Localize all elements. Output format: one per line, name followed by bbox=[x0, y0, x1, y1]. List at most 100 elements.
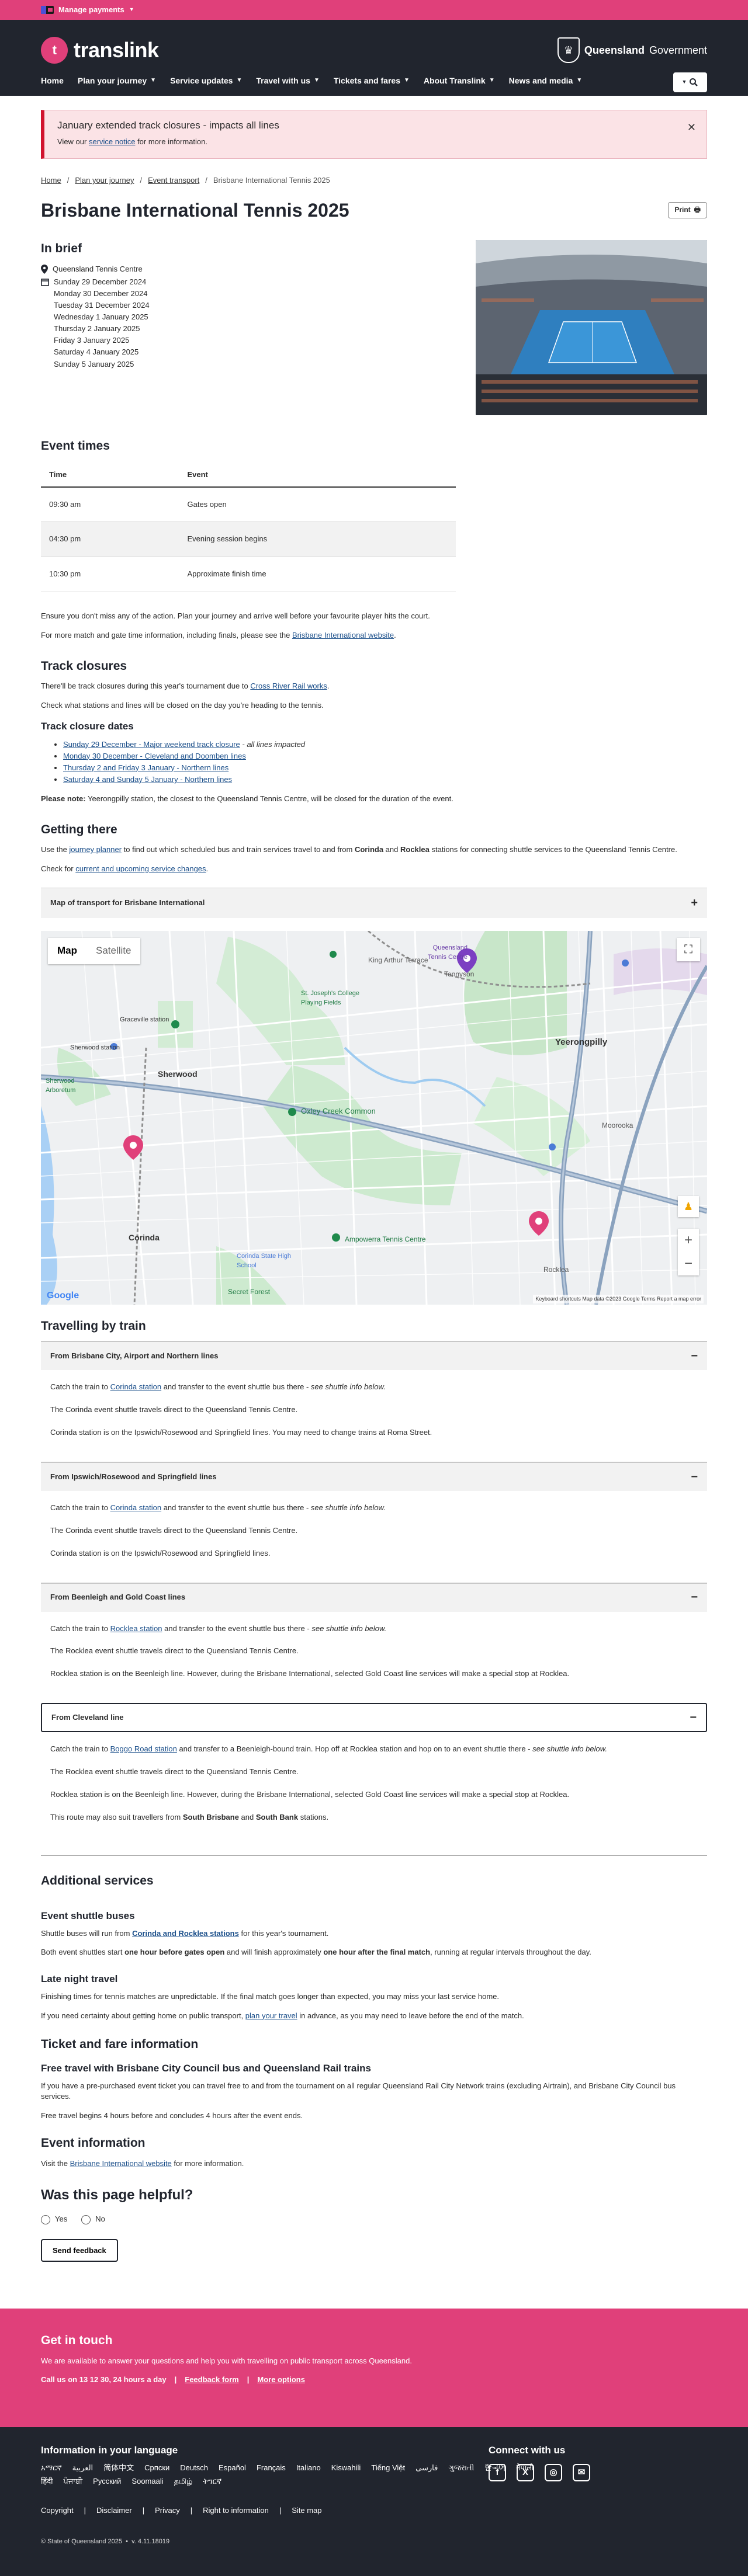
feedback-yes[interactable]: Yes bbox=[41, 2214, 67, 2225]
service-changes-link[interactable]: current and upcoming service changes bbox=[75, 864, 206, 873]
google-logo: Google bbox=[47, 1290, 79, 1301]
nav-news-and-media[interactable]: News and media ▼ bbox=[509, 70, 592, 91]
nav-home[interactable]: Home bbox=[41, 70, 73, 91]
brisbane-international-link[interactable]: Brisbane International website bbox=[70, 2159, 172, 2168]
breadcrumb: Home / Plan your journey / Event transport… bbox=[41, 175, 707, 186]
nav-plan-your-journey[interactable]: Plan your journey ▼ bbox=[78, 70, 165, 91]
text: for more information. bbox=[171, 2158, 244, 2168]
brisbane-international-link[interactable]: Brisbane International website bbox=[292, 631, 394, 639]
language-link[interactable]: ਪੰਜਾਬੀ bbox=[64, 2476, 83, 2487]
radio-yes[interactable] bbox=[41, 2215, 50, 2224]
footer-link-rti[interactable]: Right to information bbox=[203, 2505, 269, 2516]
footer-link-privacy[interactable]: Privacy bbox=[155, 2505, 180, 2516]
site-footer: Information in your language አማርኛ العربي… bbox=[0, 2427, 748, 2576]
language-link[interactable]: ትግርኛ bbox=[203, 2476, 221, 2487]
language-link[interactable]: Français bbox=[257, 2463, 286, 2474]
station-link[interactable]: Boggo Road station bbox=[110, 1744, 177, 1753]
train-accordion-brisbane-city[interactable]: From Brisbane City, Airport and Northern… bbox=[41, 1341, 707, 1371]
text: and bbox=[383, 845, 400, 854]
language-link[interactable]: हिंदी bbox=[41, 2476, 53, 2487]
journey-planner-link[interactable]: journey planner bbox=[69, 845, 122, 854]
plan-your-travel-link[interactable]: plan your travel bbox=[245, 2011, 297, 2020]
send-feedback-button[interactable]: Send feedback bbox=[41, 2239, 118, 2262]
breadcrumb-separator: / bbox=[140, 176, 143, 185]
instagram-icon[interactable]: ◎ bbox=[545, 2463, 562, 2481]
main-content: January extended track closures - impact… bbox=[41, 110, 707, 2262]
language-link[interactable]: Soomaali bbox=[131, 2476, 163, 2487]
search-button[interactable]: ▼ bbox=[673, 72, 707, 92]
radio-no[interactable] bbox=[81, 2215, 91, 2224]
footer-link-sitemap[interactable]: Site map bbox=[292, 2505, 321, 2516]
map-accordion-toggle[interactable]: Map of transport for Brisbane Internatio… bbox=[41, 888, 707, 919]
map-label-corinda-shs: Corinda State High School bbox=[237, 1253, 291, 1269]
zoom-in-button[interactable]: + bbox=[678, 1229, 699, 1252]
train-line: Corinda station is on the Ipswich/Rosewo… bbox=[50, 1428, 432, 1437]
language-link[interactable]: ગુજરાતી bbox=[448, 2463, 474, 2474]
language-link[interactable]: Русский bbox=[93, 2476, 121, 2487]
times-paragraph-2: For more match and gate time information… bbox=[41, 630, 707, 641]
manage-payments-link[interactable]: Manage payments ▼ bbox=[41, 5, 134, 16]
language-link[interactable]: 简体中文 bbox=[103, 2463, 134, 2474]
queensland-government-logo[interactable]: ♛ Queensland Government bbox=[557, 37, 707, 63]
closure-link[interactable]: Monday 30 December - Cleveland and Doomb… bbox=[63, 752, 246, 760]
shuttle-stations-link[interactable]: Corinda and Rocklea stations bbox=[132, 1929, 239, 1938]
closure-link[interactable]: Thursday 2 and Friday 3 January - Northe… bbox=[63, 763, 228, 772]
footer-link-copyright[interactable]: Copyright bbox=[41, 2505, 74, 2516]
feedback-no[interactable]: No bbox=[81, 2214, 105, 2225]
station-link[interactable]: Corinda station bbox=[110, 1382, 161, 1391]
x-icon[interactable]: X bbox=[517, 2463, 534, 2481]
map-attribution[interactable]: Keyboard shortcuts Map data ©2023 Google… bbox=[533, 1294, 704, 1304]
email-icon[interactable]: ✉ bbox=[573, 2463, 590, 2481]
language-link[interactable]: Italiano bbox=[296, 2463, 321, 2474]
gov-name-2: Government bbox=[649, 44, 707, 56]
breadcrumb-event[interactable]: Event transport bbox=[148, 175, 199, 186]
train-accordion-ipswich[interactable]: From Ipswich/Rosewood and Springfield li… bbox=[41, 1462, 707, 1491]
transport-map[interactable]: Sherwood Corinda Yeerongpilly Moorooka R… bbox=[41, 931, 707, 1305]
closure-link[interactable]: Sunday 29 December - Major weekend track… bbox=[63, 740, 240, 749]
train-line: The Rocklea event shuttle travels direct… bbox=[50, 1767, 299, 1776]
map-tab-map[interactable]: Map bbox=[48, 938, 86, 964]
language-link[interactable]: Español bbox=[219, 2463, 246, 2474]
language-link[interactable]: தமிழ் bbox=[174, 2476, 193, 2487]
nav-about-translink[interactable]: About Translink ▼ bbox=[424, 70, 504, 91]
train-accordion-cleveland[interactable]: From Cleveland line − bbox=[41, 1703, 707, 1733]
nav-tickets-and-fares[interactable]: Tickets and fares ▼ bbox=[334, 70, 419, 91]
text: stations. bbox=[298, 1812, 329, 1821]
event-times-heading: Event times bbox=[41, 439, 110, 453]
footer-link-disclaimer[interactable]: Disclaimer bbox=[96, 2505, 132, 2516]
cross-river-rail-link[interactable]: Cross River Rail works bbox=[250, 682, 327, 690]
service-notice-link[interactable]: service notice bbox=[89, 137, 135, 146]
chevron-down-icon: ▼ bbox=[313, 77, 320, 84]
get-in-touch-body: We are available to answer your question… bbox=[41, 2356, 412, 2365]
nav-service-updates[interactable]: Service updates ▼ bbox=[170, 70, 251, 91]
text: for this year's tournament. bbox=[238, 1928, 329, 1938]
nav-label: News and media bbox=[508, 76, 573, 85]
train-accordion-beenleigh[interactable]: From Beenleigh and Gold Coast lines − bbox=[41, 1582, 707, 1612]
closure-link[interactable]: Saturday 4 and Sunday 5 January - Northe… bbox=[63, 775, 232, 784]
feedback-form-link[interactable]: Feedback form bbox=[185, 2375, 238, 2386]
language-link[interactable]: فارسی bbox=[415, 2463, 438, 2474]
facebook-icon[interactable]: f bbox=[489, 2463, 506, 2481]
street-view-icon[interactable]: ♟ bbox=[678, 1196, 699, 1218]
breadcrumb-home[interactable]: Home bbox=[41, 175, 61, 186]
map-tab-satellite[interactable]: Satellite bbox=[86, 938, 140, 964]
nav-travel-with-us[interactable]: Travel with us ▼ bbox=[256, 70, 329, 91]
language-link[interactable]: አማርኛ bbox=[41, 2463, 62, 2474]
text: see shuttle info below. bbox=[311, 1624, 387, 1633]
translink-logo[interactable]: t translink bbox=[41, 35, 159, 65]
language-link[interactable]: العربية bbox=[72, 2463, 94, 2474]
close-icon[interactable]: ✕ bbox=[687, 120, 696, 135]
accordion-title: From Beenleigh and Gold Coast lines bbox=[50, 1593, 186, 1602]
closures-paragraph-1: There'll be track closures during this y… bbox=[41, 681, 707, 692]
language-link[interactable]: Deutsch bbox=[180, 2463, 208, 2474]
language-link[interactable]: Kiswahili bbox=[331, 2463, 361, 2474]
language-link[interactable]: Tiếng Việt bbox=[371, 2463, 405, 2474]
more-options-link[interactable]: More options bbox=[257, 2375, 305, 2386]
language-link[interactable]: Српски bbox=[144, 2463, 169, 2474]
station-link[interactable]: Corinda station bbox=[110, 1503, 161, 1512]
breadcrumb-plan[interactable]: Plan your journey bbox=[75, 175, 134, 186]
fullscreen-icon[interactable]: ⛶ bbox=[677, 938, 700, 962]
station-link[interactable]: Rocklea station bbox=[110, 1624, 162, 1633]
zoom-out-button[interactable]: − bbox=[678, 1252, 699, 1275]
print-button[interactable]: Print 🖶 bbox=[668, 202, 707, 218]
